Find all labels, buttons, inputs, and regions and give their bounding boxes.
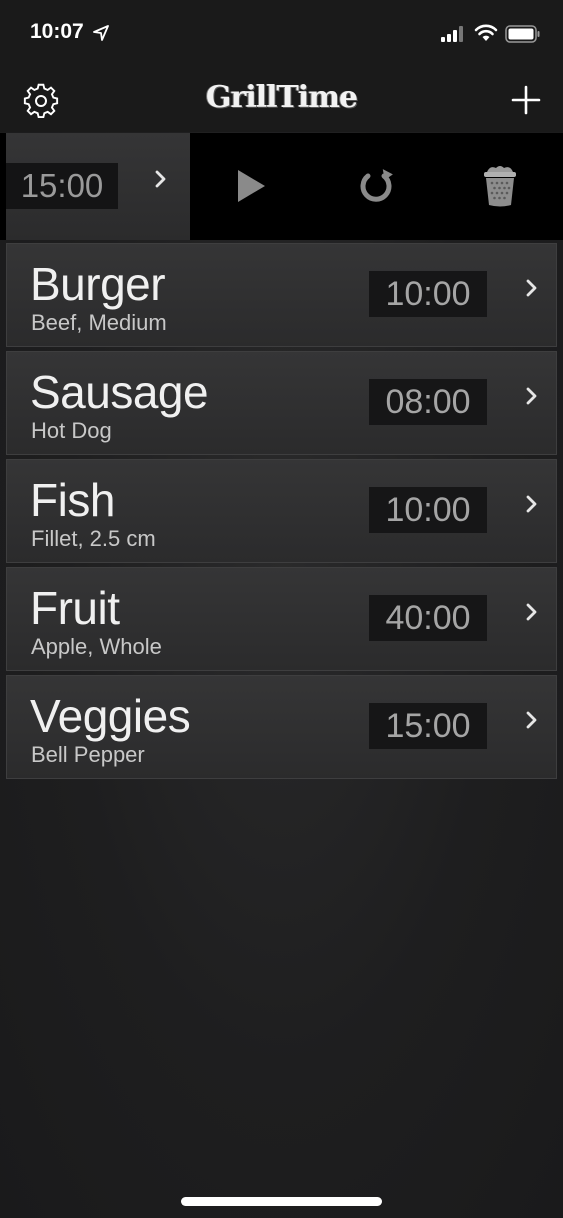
chevron-right-icon: [526, 603, 537, 621]
chevron-right-icon: [155, 170, 166, 188]
app-title: GrillTime: [205, 80, 358, 115]
chevron-right-icon: [526, 279, 537, 297]
play-icon[interactable]: [234, 167, 268, 205]
timer-name: Sausage: [30, 366, 209, 418]
chevron-right-icon: [526, 495, 537, 513]
timer-row-veggies[interactable]: Veggies Bell Pepper 15:00: [6, 675, 557, 779]
cellular-signal-icon: [441, 26, 463, 42]
timer-name: Fruit: [30, 582, 120, 634]
timer-duration: 10:00: [369, 271, 487, 317]
reset-icon[interactable]: [357, 167, 395, 205]
timer-duration: 10:00: [369, 487, 487, 533]
timer-duration: 15:00: [369, 703, 487, 749]
timer-duration: 40:00: [369, 595, 487, 641]
timer-row-fish[interactable]: Fish Fillet, 2.5 cm 10:00: [6, 459, 557, 563]
chevron-right-icon: [526, 711, 537, 729]
status-bar: 10:07: [0, 0, 563, 70]
home-indicator[interactable]: [181, 1197, 382, 1206]
timer-row-burger[interactable]: Burger Beef, Medium 10:00: [6, 243, 557, 347]
timer-detail: Bell Pepper: [31, 742, 145, 767]
chevron-right-icon: [526, 387, 537, 405]
app-screen: 10:07 GrillTime 15:00 Burger Beef, Mediu…: [0, 0, 563, 1218]
navigation-bar: GrillTime: [0, 70, 563, 132]
timer-name: Burger: [30, 258, 166, 310]
plus-icon[interactable]: [510, 84, 542, 116]
timer-detail: Beef, Medium: [31, 310, 167, 335]
swiped-row-timer: 15:00: [6, 163, 118, 209]
trash-icon[interactable]: [482, 164, 518, 208]
timer-detail: Hot Dog: [31, 418, 112, 443]
swiped-timer-row[interactable]: 15:00: [0, 133, 563, 240]
status-time: 10:07: [30, 20, 84, 43]
timer-detail: Fillet, 2.5 cm: [31, 526, 156, 551]
location-arrow-icon: [93, 25, 109, 41]
timer-row-fruit[interactable]: Fruit Apple, Whole 40:00: [6, 567, 557, 671]
timer-name: Fish: [30, 474, 115, 526]
timer-detail: Apple, Whole: [31, 634, 162, 659]
wifi-icon: [474, 24, 498, 41]
timer-duration: 08:00: [369, 379, 487, 425]
timer-name: Veggies: [30, 690, 191, 742]
battery-icon: [505, 25, 540, 43]
swiped-row-cell[interactable]: 15:00: [6, 133, 190, 240]
timer-row-sausage[interactable]: Sausage Hot Dog 08:00: [6, 351, 557, 455]
